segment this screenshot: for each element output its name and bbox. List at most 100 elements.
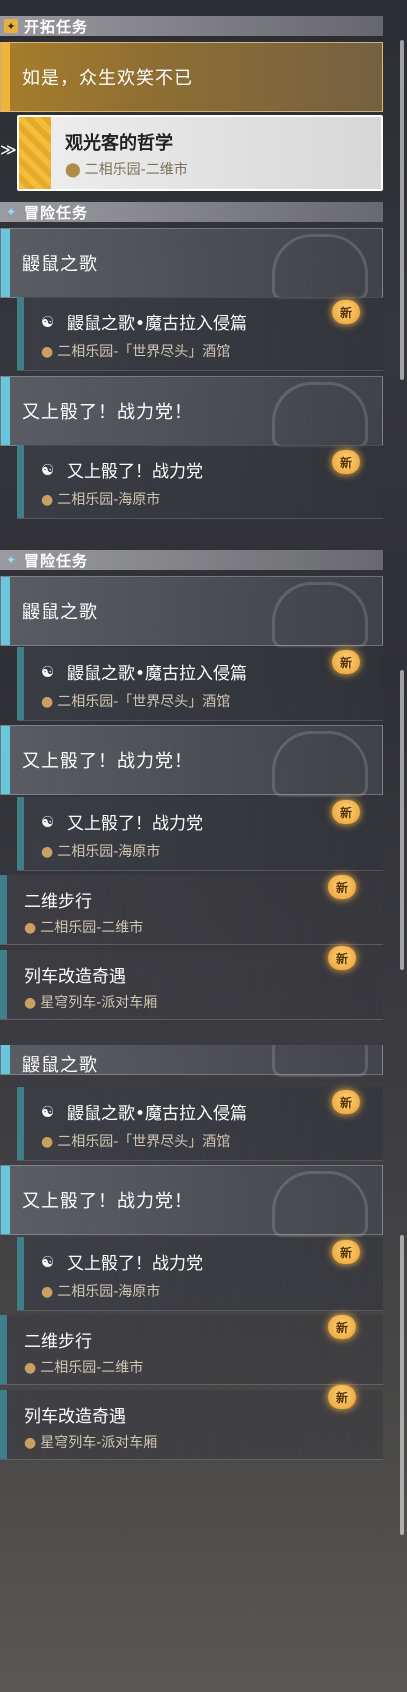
- emblem-icon: [272, 731, 368, 797]
- quest-accent-bar: [17, 445, 24, 518]
- quest-group-mole-song[interactable]: 鼹鼠之歌: [0, 576, 383, 648]
- quest-accent-bar: [0, 875, 7, 944]
- quest-location: ● 二相乐园-「世界尽头」酒馆: [41, 694, 231, 710]
- quest-title: ☯ 鼹鼠之歌•魔古拉入侵篇: [41, 1102, 248, 1125]
- quest-accent-bar: [1, 1166, 10, 1234]
- section-title: 开拓任务: [24, 17, 89, 36]
- quest-group-mole-song[interactable]: 鼹鼠之歌: [0, 1045, 383, 1077]
- section-title: 冒险任务: [24, 203, 89, 222]
- quest-title: ☯ 又上骰了！战力党: [41, 460, 203, 483]
- quest-item-mole-song-sub[interactable]: ☯ 鼹鼠之歌•魔古拉入侵篇 ● 二相乐园-「世界尽头」酒馆: [17, 647, 383, 721]
- quest-location: ● 二相乐园-海原市: [41, 492, 161, 508]
- quest-accent-bar: [1, 726, 10, 794]
- puzzle-quest-icon: ☯: [41, 312, 55, 331]
- quest-accent-bar: [1, 229, 10, 297]
- quest-panel-2: ✦ 冒险任务 鼹鼠之歌 ☯ 鼹鼠之歌•魔古拉入侵篇 ● 二相乐园-「世界尽头」酒馆 …: [0, 540, 407, 1040]
- map-pin-icon: ●: [41, 344, 54, 360]
- map-pin-icon: ●: [41, 1284, 54, 1300]
- quest-accent-bar: [17, 647, 24, 720]
- emblem-icon: [272, 1171, 368, 1237]
- quest-title: 二维步行: [24, 1332, 92, 1352]
- scrollbar[interactable]: [400, 670, 404, 970]
- adventure-icon: ✦: [5, 205, 17, 219]
- quest-accent-bar: [1, 43, 10, 111]
- section-title: 冒险任务: [24, 551, 89, 570]
- quest-item-train-mod[interactable]: 列车改造奇遇 ● 星穹列车-派对车厢: [0, 950, 383, 1020]
- quest-item-dice-sub[interactable]: ☯ 又上骰了！战力党 ● 二相乐园-海原市: [17, 1237, 383, 1311]
- emblem-icon: [272, 382, 368, 448]
- quest-title: ☯ 鼹鼠之歌•魔古拉入侵篇: [41, 662, 248, 685]
- quest-title: 鼹鼠之歌: [22, 254, 98, 275]
- quest-location: ● 二相乐园-海原市: [41, 1284, 161, 1300]
- new-badge-icon: 新: [328, 1385, 356, 1409]
- quest-title: 如是，众生欢笑不已: [22, 68, 193, 89]
- quest-accent-bar: [17, 1237, 24, 1310]
- quest-accent-bar: [17, 797, 24, 870]
- emblem-icon: [272, 582, 368, 648]
- quest-group-mole-song[interactable]: 鼹鼠之歌: [0, 228, 383, 300]
- quest-item-dice-sub[interactable]: ☯ 又上骰了！战力党 ● 二相乐园-海原市: [17, 797, 383, 871]
- emblem-icon: [272, 1045, 368, 1077]
- quest-item-mole-song-sub[interactable]: ☯ 鼹鼠之歌•魔古拉入侵篇 ● 二相乐园-「世界尽头」酒馆: [17, 1087, 383, 1161]
- quest-title: 又上骰了！战力党！: [22, 402, 193, 423]
- quest-title: ☯ 又上骰了！战力党: [41, 812, 203, 835]
- map-pin-icon: ⬤: [65, 162, 81, 178]
- section-header-adventure: ✦ 冒险任务: [0, 202, 383, 222]
- quest-accent-bar: [0, 1390, 7, 1459]
- quest-item-selected[interactable]: 观光客的哲学 ⬤ 二相乐园-二维市: [17, 115, 383, 191]
- quest-title: 又上骰了！战力党！: [22, 751, 193, 772]
- map-pin-icon: ●: [24, 920, 37, 936]
- quest-item-2d-walk[interactable]: 二维步行 ● 二相乐园-二维市: [0, 1315, 383, 1385]
- quest-item-mole-song-sub[interactable]: ☯ 鼹鼠之歌•魔古拉入侵篇 ● 二相乐园-「世界尽头」酒馆: [17, 297, 383, 371]
- adventure-icon: ✦: [5, 553, 17, 567]
- quest-accent-bar: [0, 1315, 7, 1384]
- new-badge-icon: 新: [332, 800, 360, 824]
- scrollbar[interactable]: [400, 40, 404, 380]
- trailblaze-icon: ✦: [4, 19, 18, 33]
- quest-accent-bar: [17, 1087, 24, 1160]
- map-pin-icon: ●: [24, 1360, 37, 1376]
- quest-title: 鼹鼠之歌: [22, 602, 98, 623]
- quest-title: ☯ 鼹鼠之歌•魔古拉入侵篇: [41, 312, 248, 335]
- quest-title: ☯ 又上骰了！战力党: [41, 1252, 203, 1275]
- quest-accent-bar: [1, 377, 10, 445]
- quest-location: ● 二相乐园-「世界尽头」酒馆: [41, 344, 231, 360]
- emblem-icon: [272, 234, 368, 300]
- new-badge-icon: 新: [332, 1090, 360, 1114]
- quest-title: 观光客的哲学: [65, 133, 173, 154]
- map-pin-icon: ●: [24, 995, 37, 1011]
- section-header-adventure: ✦ 冒险任务: [0, 550, 383, 570]
- section-header-trailblaze: ✦ 开拓任务: [0, 16, 383, 36]
- map-pin-icon: ●: [41, 492, 54, 508]
- quest-location: ● 二相乐园-二维市: [24, 920, 144, 936]
- quest-group-dice[interactable]: 又上骰了！战力党！: [0, 376, 383, 448]
- new-badge-icon: 新: [332, 650, 360, 674]
- selection-arrow-icon: ≫: [0, 140, 17, 159]
- quest-accent-bar: [17, 297, 24, 370]
- quest-panel-3: 鼹鼠之歌 ☯ 鼹鼠之歌•魔古拉入侵篇 ● 二相乐园-「世界尽头」酒馆 新 又上骰了！…: [0, 1045, 407, 1692]
- map-pin-icon: ●: [41, 1134, 54, 1150]
- new-badge-icon: 新: [332, 450, 360, 474]
- quest-title: 列车改造奇遇: [24, 967, 126, 987]
- new-badge-icon: 新: [328, 946, 356, 970]
- quest-group-dice[interactable]: 又上骰了！战力党！: [0, 725, 383, 797]
- map-pin-icon: ●: [41, 694, 54, 710]
- quest-location: ● 二相乐园-「世界尽头」酒馆: [41, 1134, 231, 1150]
- scrollbar[interactable]: [400, 1235, 404, 1535]
- quest-location: ● 二相乐园-海原市: [41, 844, 161, 860]
- new-badge-icon: 新: [332, 1240, 360, 1264]
- puzzle-quest-icon: ☯: [41, 662, 55, 681]
- quest-accent-bar: [1, 577, 10, 645]
- quest-item-2d-walk[interactable]: 二维步行 ● 二相乐园-二维市: [0, 875, 383, 945]
- quest-group-dice[interactable]: 又上骰了！战力党！: [0, 1165, 383, 1237]
- quest-panel-1: ✦ 开拓任务 如是，众生欢笑不已 ≫ 观光客的哲学 ⬤ 二相乐园-二维市 ✦ 冒险…: [0, 0, 407, 520]
- quest-title: 鼹鼠之歌: [22, 1055, 98, 1076]
- quest-item-trailblaze-main[interactable]: 如是，众生欢笑不已: [0, 42, 383, 112]
- quest-title: 列车改造奇遇: [24, 1407, 126, 1427]
- new-badge-icon: 新: [328, 1315, 356, 1339]
- puzzle-quest-icon: ☯: [41, 1102, 55, 1121]
- new-badge-icon: 新: [328, 875, 356, 899]
- quest-item-train-mod[interactable]: 列车改造奇遇 ● 星穹列车-派对车厢: [0, 1390, 383, 1460]
- quest-title: 二维步行: [24, 892, 92, 912]
- quest-item-dice-sub[interactable]: ☯ 又上骰了！战力党 ● 二相乐园-海原市: [17, 445, 383, 519]
